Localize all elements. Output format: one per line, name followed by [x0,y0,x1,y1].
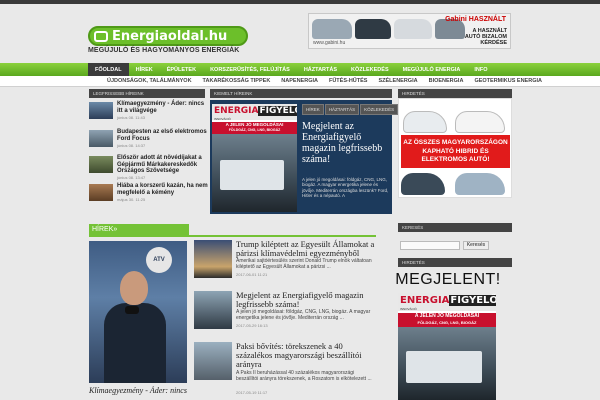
subnav-item[interactable]: SZÉLENERGIA [378,78,417,84]
featured-title[interactable]: Megjelent az Energiafigyelő magazin legf… [302,121,390,165]
subnav-item[interactable]: NAPENERGIA [281,78,318,84]
news-excerpt: A jelen jó megoldásai: földgáz, CNG, LNG… [236,309,371,321]
magazine-photo [212,134,297,212]
subnav-item[interactable]: ÚJDONSÁGOK, TALÁLMÁNYOK [107,78,192,84]
tab-kozlekedes[interactable]: KÖZLEKEDÉS [360,104,399,115]
magazine-photo [398,327,496,400]
subnav-item[interactable]: FŰTÉS-HŰTÉS [329,78,368,84]
latest-title[interactable]: Klímaegyezmény - Áder: nincs itt a világ… [117,101,209,114]
magazine-label: INNOVÁCIÓ [400,307,417,311]
news-thumbnail [89,102,113,119]
nav-item-korszerusites[interactable]: KORSZERŰSÍTÉS, FELÚJÍTÁS [203,63,297,76]
lead-news-photo[interactable]: ATV [89,241,187,383]
bus-image [406,351,482,383]
news-title[interactable]: Trump kiléptett az Egyesült Államokat a … [236,240,376,258]
latest-title[interactable]: Hiába a korszerű kazán, ha nem megfelelő… [117,183,209,196]
ad-heading-2: HIRDETÉS [398,258,512,267]
person-figure [104,303,166,383]
news-date: 2017-05-29 16:13 [236,323,268,328]
latest-item[interactable]: Klímaegyezmény - Áder: nincs itt a világ… [89,101,207,123]
ad-headline: MEGJELENT! [395,271,501,288]
news-date: 2017-06-01 11:21 [236,272,268,277]
latest-item[interactable]: Először adott át növédíjakat a Gépjármű … [89,155,209,180]
featured-excerpt: A jelen jó megoldásai: földgáz, CNG, LNG… [302,177,389,199]
microphone-icon [125,306,139,314]
news-thumbnail[interactable] [194,291,232,329]
atv-logo: ATV [146,247,172,273]
top-bar [0,0,600,4]
ad-url: www.gabini.hu [313,40,346,46]
magazine-band: A JELEN JÓ MEGOLDÁSAI FÖLDGÁZ, CNG, LNG, … [212,122,297,134]
latest-date: június 08. 14:37 [117,143,146,148]
nav-item-haztartas[interactable]: HÁZTARTÁS [297,63,344,76]
news-excerpt: Amerikai sajtóértesülés szerint Donald T… [236,258,372,270]
latest-item[interactable]: Budapesten az első elektromos Ford Focus… [89,129,207,151]
car-image [455,173,505,195]
main-nav: FŐOLDAL HÍREK ÉPÜLETEK KORSZERŰSÍTÉS, FE… [0,63,600,76]
battery-icon [94,31,108,42]
magazine-brand: ENERGIAFIGYELŐ [214,106,297,116]
subnav-item[interactable]: BIOENERGIA [429,78,464,84]
news-thumbnail[interactable] [194,240,232,278]
logo-text: Energiaoldal.hu [112,29,228,44]
ad-red-band: AZ ÖSSZES MAGYARORSZÁGON KAPHATÓ HIBRID … [401,135,510,168]
nav-item-epuletek[interactable]: ÉPÜLETEK [160,63,203,76]
car-image [403,111,447,133]
search-button[interactable]: Keresés [463,241,489,250]
ad-brand: Gabini HASZNÁLT [445,16,506,23]
subnav-item[interactable]: TAKARÉKOSSÁG TIPPEK [203,78,271,84]
search-input[interactable] [400,241,460,250]
car-image [394,19,432,39]
latest-date: május 30. 11:25 [117,197,146,202]
featured-tabs: HÍREK HÁZTARTÁS KÖZLEKEDÉS [302,104,399,115]
magazine-band: A JELEN JÓ MEGOLDÁSAI FÖLDGÁZ, CNG, LNG, … [398,313,496,327]
news-heading[interactable]: HÍREK» [89,224,189,235]
person-figure [120,271,148,305]
news-title[interactable]: Paksi bővítés: törekszenek a 40 százalék… [236,342,376,369]
bus-image [220,160,284,190]
news-date: 2017-05-19 11:17 [236,390,268,395]
nav-item-megujulo[interactable]: MEGÚJULÓ ENERGIA [396,63,468,76]
latest-item[interactable]: Hiába a korszerű kazán, ha nem megfelelő… [89,183,209,205]
nav-item-info[interactable]: INFO [467,63,494,76]
latest-heading: LEGFRISSEBB HÍREINK [89,89,205,98]
news-item[interactable]: Megjelent az Energiafigyelő magazin legf… [194,291,376,335]
header-ad-banner[interactable]: www.gabini.hu Gabini HASZNÁLT A HASZNÁLT… [308,13,511,49]
tab-haztartas[interactable]: HÁZTARTÁS [324,104,360,115]
magazine-brand: ENERGIAFIGYELŐ [400,295,496,306]
sub-nav: ÚJDONSÁGOK, TALÁLMÁNYOK TAKARÉKOSSÁG TIP… [0,76,600,87]
news-thumbnail [89,184,113,201]
magazine-cover-ad[interactable]: ENERGIAFIGYELŐ INNOVÁCIÓ A JELEN JÓ MEGO… [398,293,496,400]
nav-item-kozlekedes[interactable]: KÖZLEKEDÉS [344,63,396,76]
car-image [312,19,352,39]
news-item[interactable]: Trump kiléptett az Egyesült Államokat a … [194,240,376,280]
news-item[interactable]: Paksi bővítés: törekszenek a 40 százalék… [194,342,376,400]
nav-item-hirek[interactable]: HÍREK [129,63,160,76]
search-heading: KERESÉS [398,223,512,232]
news-divider [89,235,376,237]
latest-title[interactable]: Először adott át növédíjakat a Gépjármű … [117,155,209,175]
featured-heading: KIEMELT HÍREINK [210,89,392,98]
site-logo[interactable]: Energiaoldal.hu [88,26,248,46]
car-image [401,173,445,195]
latest-title[interactable]: Budapesten az első elektromos Ford Focus [117,129,209,142]
ad-slogan: A HASZNÁLT AUTÓ BIZALOM KÉRDÉSE [464,28,507,46]
car-image [455,111,505,133]
news-thumbnail[interactable] [194,342,232,380]
news-title[interactable]: Megjelent az Energiafigyelő magazin legf… [236,291,376,309]
subnav-item[interactable]: GEOTERMIKUS ENERGIA [474,78,542,84]
car-image [355,19,391,39]
news-excerpt: A Paks II beruházással 40 százalékos mag… [236,370,372,382]
ad-heading: HIRDETÉS [398,89,512,98]
news-thumbnail [89,156,113,173]
magazine-cover[interactable]: ENERGIAFIGYELŐ INNOVÁCIÓ A JELEN JÓ MEGO… [212,104,297,212]
magazine-label: INNOVÁCIÓ [214,117,231,121]
latest-date: június 08. 13:47 [117,175,146,180]
site-tagline: MEGÚJULÓ ÉS HAGYOMÁNYOS ENERGIÁK [88,47,240,54]
lead-news-caption[interactable]: Klímaegyezmény - Áder: nincs itt a világ… [89,386,189,395]
latest-date: június 08. 11:43 [117,115,145,120]
nav-item-fooldal[interactable]: FŐOLDAL [88,63,129,76]
tab-hirek[interactable]: HÍREK [302,104,324,115]
news-thumbnail [89,130,113,147]
